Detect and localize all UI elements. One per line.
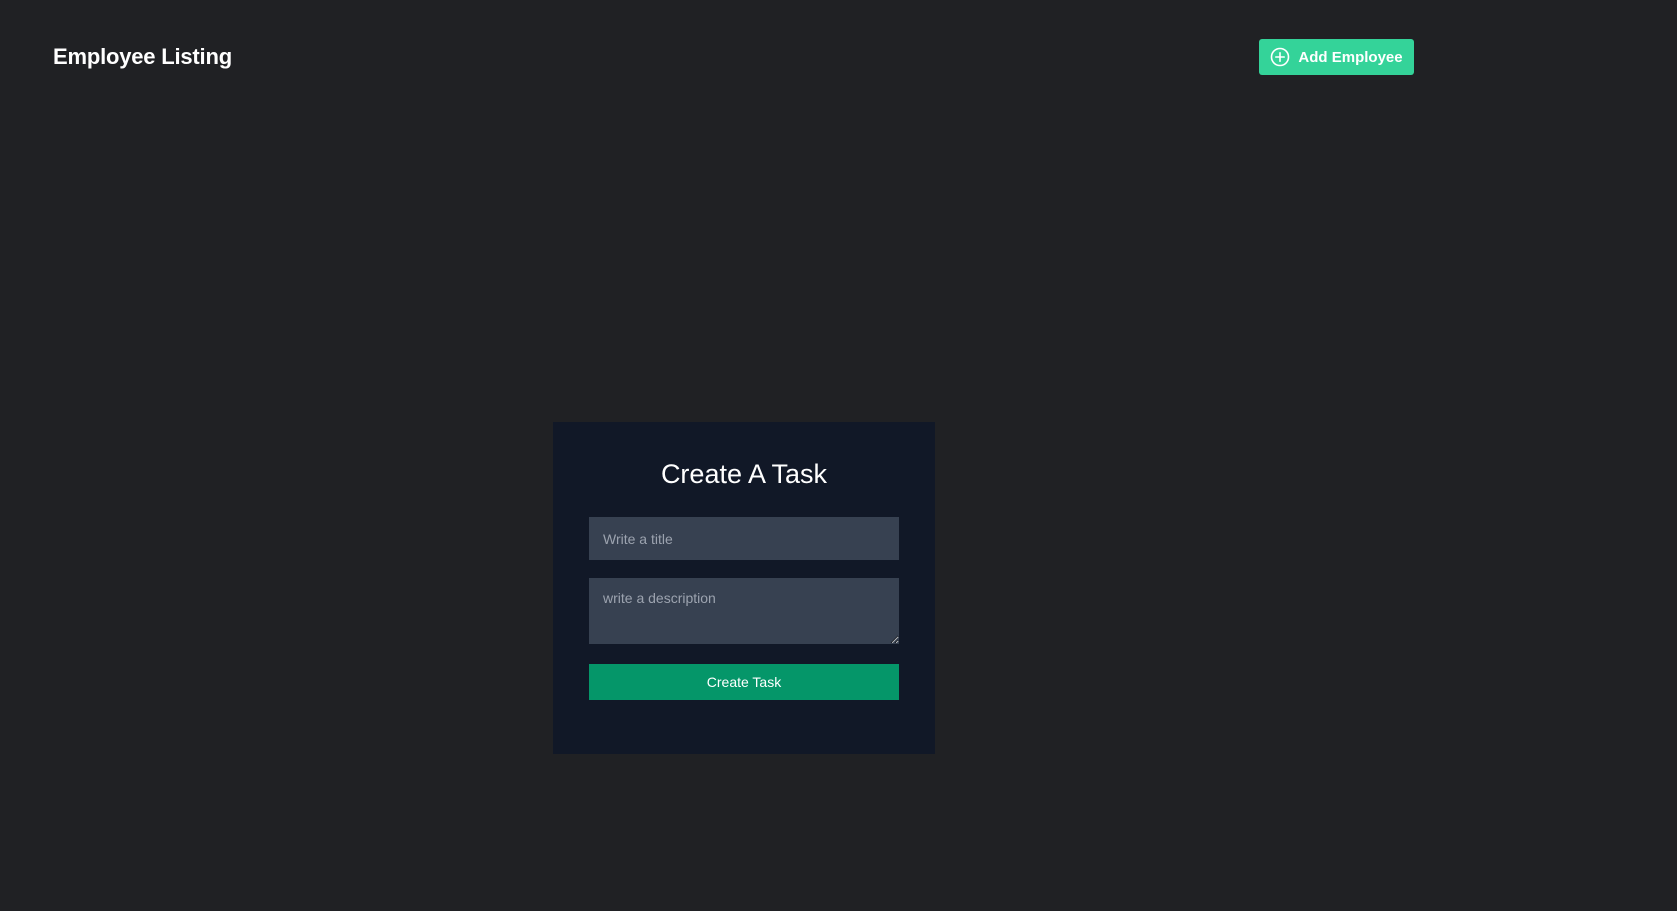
page: Employee Listing Add Employee Create A T…: [0, 0, 1677, 911]
add-employee-label: Add Employee: [1298, 48, 1403, 66]
create-task-heading: Create A Task: [660, 459, 828, 489]
create-task-button[interactable]: Create Task: [589, 664, 899, 700]
task-title-input[interactable]: [589, 517, 899, 560]
add-employee-button[interactable]: Add Employee: [1259, 39, 1414, 75]
plus-circle-icon: [1270, 47, 1290, 67]
page-title: Employee Listing: [53, 44, 232, 69]
create-task-card: Create A Task Create Task: [553, 422, 935, 754]
task-description-textarea[interactable]: [589, 578, 899, 644]
